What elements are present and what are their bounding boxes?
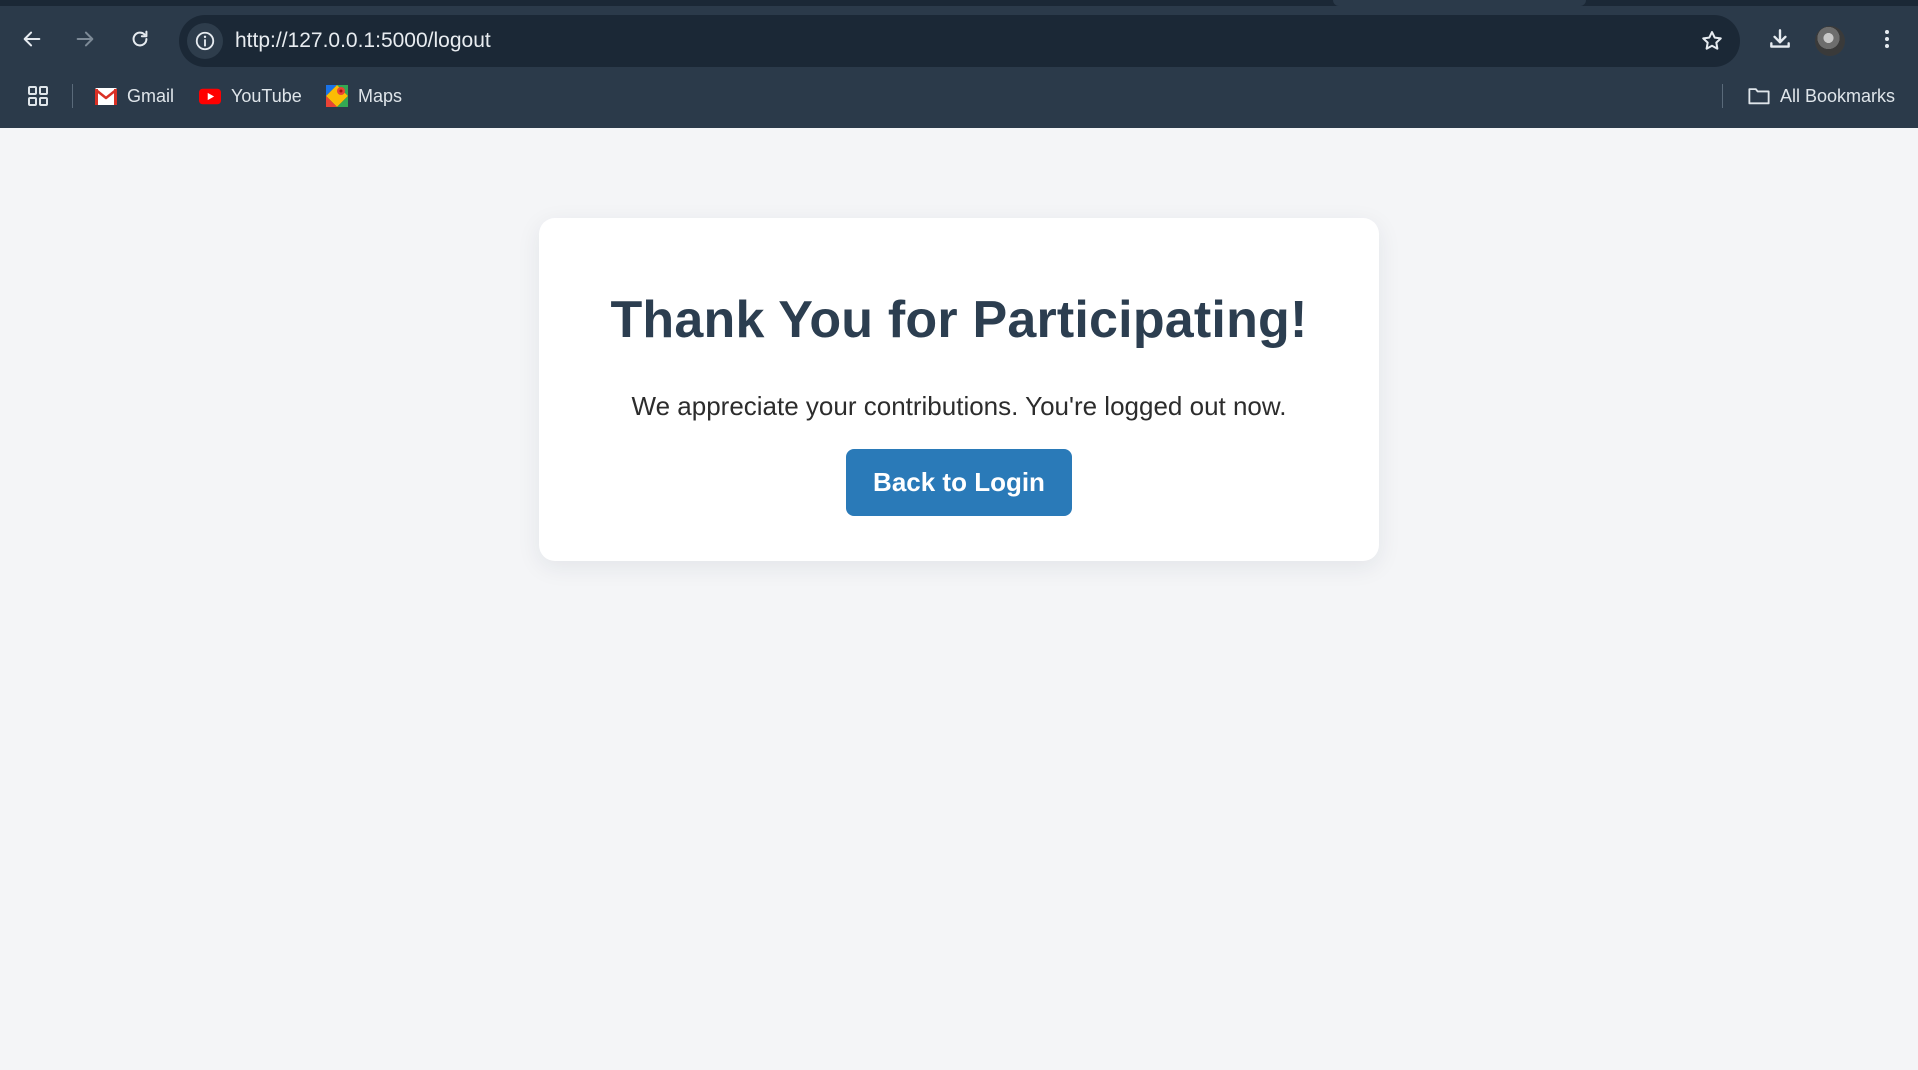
- youtube-icon: [199, 85, 221, 107]
- download-icon: [1770, 29, 1790, 48]
- back-button[interactable]: [12, 19, 52, 59]
- arrow-right-icon: [76, 31, 94, 47]
- bookmarks-bar: Gmail YouTube Maps All Bookmarks: [0, 76, 1918, 128]
- bookmark-star-button[interactable]: [1694, 23, 1730, 59]
- bookmark-youtube-label: YouTube: [231, 85, 302, 106]
- bookmark-gmail[interactable]: Gmail: [95, 76, 174, 116]
- all-bookmarks-button[interactable]: All Bookmarks: [1748, 76, 1895, 116]
- reload-button[interactable]: [120, 19, 160, 59]
- browser-menu-button[interactable]: [1867, 19, 1907, 59]
- info-icon: [195, 31, 215, 51]
- url-text[interactable]: http://127.0.0.1:5000/logout: [235, 15, 491, 67]
- bookmark-maps-label: Maps: [358, 85, 403, 106]
- star-icon: [1702, 31, 1722, 50]
- maps-icon: [326, 85, 348, 107]
- bookmark-gmail-label: Gmail: [127, 85, 175, 106]
- bookmark-maps[interactable]: Maps: [326, 76, 402, 116]
- logout-message: We appreciate your contributions. You're…: [631, 391, 1287, 421]
- back-to-login-button[interactable]: Back to Login: [846, 449, 1072, 516]
- all-bookmarks-label: All Bookmarks: [1780, 85, 1896, 106]
- profile-avatar[interactable]: [1815, 26, 1845, 56]
- site-info-icon[interactable]: [187, 23, 223, 59]
- apps-grid-icon: [28, 86, 48, 106]
- more-vertical-icon: [1885, 30, 1889, 48]
- downloads-button[interactable]: [1760, 19, 1800, 59]
- browser-chrome: http://127.0.0.1:5000/logout Gmail YouTu…: [0, 0, 1918, 128]
- arrow-left-icon: [23, 31, 41, 47]
- apps-button[interactable]: [26, 76, 50, 116]
- bookmark-youtube[interactable]: YouTube: [199, 76, 302, 116]
- bookmarks-divider-right: [1722, 84, 1723, 108]
- page-content: Thank You for Participating! We apprecia…: [0, 128, 1918, 1070]
- bookmarks-divider: [72, 84, 73, 108]
- forward-button[interactable]: [65, 19, 105, 59]
- address-bar[interactable]: http://127.0.0.1:5000/logout: [179, 15, 1740, 67]
- folder-icon: [1748, 85, 1770, 107]
- gmail-icon: [95, 85, 117, 107]
- reload-icon: [132, 30, 148, 47]
- browser-toolbar: http://127.0.0.1:5000/logout: [0, 6, 1918, 76]
- logout-card: Thank You for Participating! We apprecia…: [539, 218, 1379, 561]
- page-title: Thank You for Participating!: [610, 291, 1308, 349]
